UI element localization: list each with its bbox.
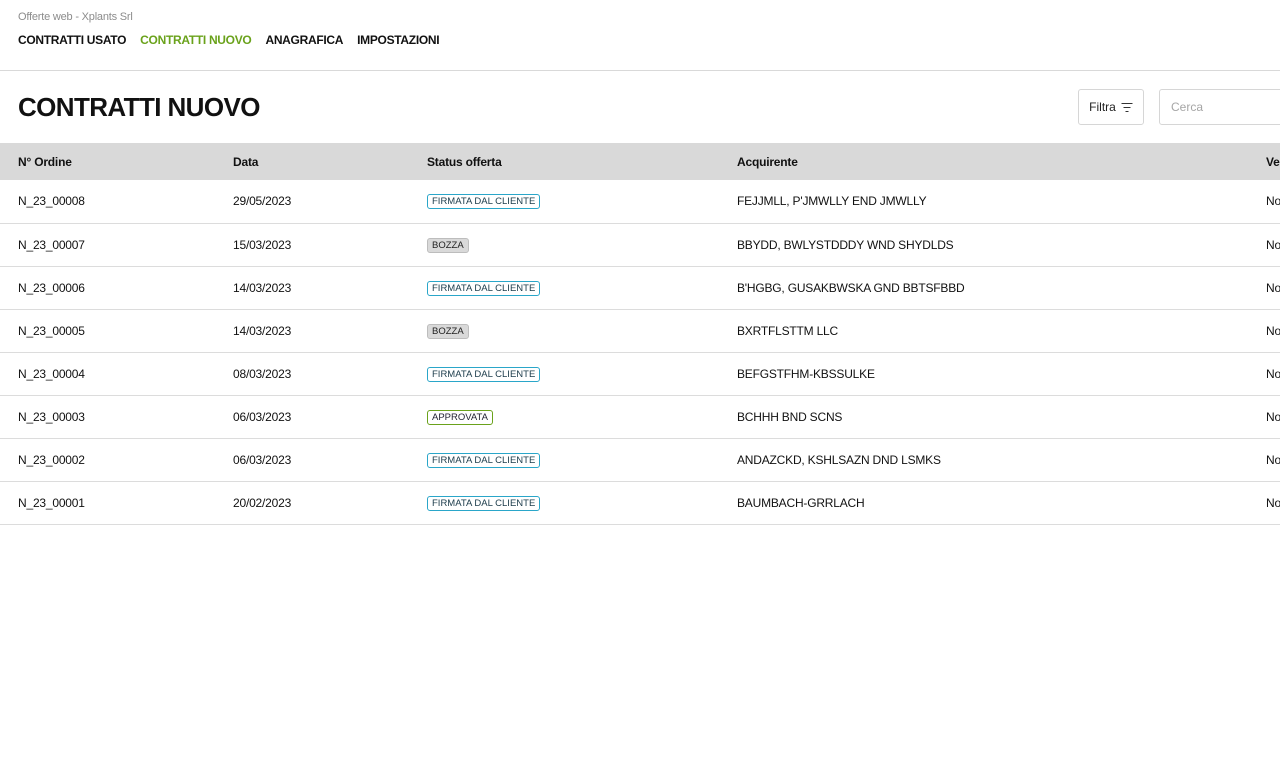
cell-data: 08/03/2023 bbox=[233, 366, 292, 381]
nav-contratti-usato[interactable]: CONTRATTI USATO bbox=[18, 33, 126, 47]
column-header-data[interactable]: Data bbox=[233, 143, 427, 180]
cell-data: 29/05/2023 bbox=[233, 194, 292, 209]
cell-status: FIRMATA DAL CLIENTE bbox=[427, 481, 737, 524]
cell-acquirente: ANDAZCKD, KSHLSAZN DND LSMKS bbox=[737, 452, 941, 467]
status-badge: FIRMATA DAL CLIENTE bbox=[427, 280, 541, 296]
status-badge: FIRMATA DAL CLIENTE bbox=[427, 452, 541, 468]
app-title: Offerte web - Xplants Srl bbox=[18, 11, 133, 23]
table-header-row: N° Ordine Data Status offerta Acquirente… bbox=[0, 143, 1280, 180]
cell-status: FIRMATA DAL CLIENTE bbox=[427, 266, 737, 309]
status-badge: FIRMATA DAL CLIENTE bbox=[427, 194, 541, 210]
cell-ve: No bbox=[1266, 495, 1280, 510]
table-row[interactable]: N_23_00001 20/02/2023 FIRMATA DAL CLIENTE B… bbox=[0, 481, 1280, 524]
cell-acquirente: FEJJMLL, P'JMWLLY END JMWLLY bbox=[737, 194, 927, 209]
cell-ordine: N_23_00001 bbox=[18, 495, 85, 510]
cell-ordine: N_23_00004 bbox=[18, 366, 85, 381]
column-header-ordine[interactable]: N° Ordine bbox=[0, 143, 233, 180]
cell-acquirente: BXRTFLSTTM LLC bbox=[737, 323, 838, 338]
cell-ve: No bbox=[1266, 237, 1280, 252]
status-badge: FIRMATA DAL CLIENTE bbox=[427, 366, 541, 382]
table-row[interactable]: N_23_00003 06/03/2023 APPROVATA BCHHH BND S… bbox=[0, 395, 1280, 438]
filter-button-label: Filtra bbox=[1089, 100, 1116, 114]
cell-ordine: N_23_00007 bbox=[18, 237, 85, 252]
cell-ve: No bbox=[1266, 452, 1280, 467]
status-badge: APPROVATA bbox=[427, 409, 493, 425]
cell-data: 06/03/2023 bbox=[233, 409, 292, 424]
filter-button[interactable]: Filtra bbox=[1078, 89, 1144, 125]
cell-ve: No bbox=[1266, 366, 1280, 381]
cell-ve: No bbox=[1266, 323, 1280, 338]
cell-data: 20/02/2023 bbox=[233, 495, 292, 510]
cell-acquirente: B'HGBG, GUSAKBWSKA GND BBTSFBBD bbox=[737, 280, 965, 295]
cell-ordine: N_23_00005 bbox=[18, 323, 85, 338]
status-badge: BOZZA bbox=[427, 323, 469, 339]
filter-icon bbox=[1121, 102, 1133, 112]
table-row[interactable]: N_23_00008 29/05/2023 FIRMATA DAL CLIENTE F… bbox=[0, 180, 1280, 223]
table-body: N_23_00008 29/05/2023 FIRMATA DAL CLIENTE F… bbox=[0, 180, 1280, 524]
status-badge: FIRMATA DAL CLIENTE bbox=[427, 495, 541, 511]
table-row[interactable]: N_23_00004 08/03/2023 FIRMATA DAL CLIENTE B… bbox=[0, 352, 1280, 395]
column-header-acquirente[interactable]: Acquirente bbox=[737, 143, 1266, 180]
cell-data: 15/03/2023 bbox=[233, 237, 292, 252]
cell-acquirente: BEFGSTFHM-KBSSULKE bbox=[737, 366, 875, 381]
cell-data: 06/03/2023 bbox=[233, 452, 292, 467]
table-row[interactable]: N_23_00007 15/03/2023 BOZZA BBYDD, BWLYSTDD… bbox=[0, 223, 1280, 266]
cell-acquirente: BAUMBACH-GRRLACH bbox=[737, 495, 865, 510]
table-row[interactable]: N_23_00002 06/03/2023 FIRMATA DAL CLIENTE A… bbox=[0, 438, 1280, 481]
cell-ve: No bbox=[1266, 409, 1280, 424]
cell-data: 14/03/2023 bbox=[233, 323, 292, 338]
cell-ordine: N_23_00003 bbox=[18, 409, 85, 424]
page-title: CONTRATTI NUOVO bbox=[18, 92, 260, 122]
cell-ordine: N_23_00002 bbox=[18, 452, 85, 467]
nav-anagrafica[interactable]: ANAGRAFICA bbox=[265, 33, 343, 47]
app-header: Offerte web - Xplants Srl CONTRATTI USAT… bbox=[0, 0, 1280, 71]
cell-acquirente: BCHHH BND SCNS bbox=[737, 409, 843, 424]
column-header-ve[interactable]: Ve bbox=[1266, 143, 1280, 180]
column-header-status[interactable]: Status offerta bbox=[427, 143, 737, 180]
cell-ordine: N_23_00008 bbox=[18, 194, 85, 209]
status-badge: BOZZA bbox=[427, 237, 469, 253]
cell-acquirente: BBYDD, BWLYSTDDDY WND SHYDLDS bbox=[737, 237, 954, 252]
cell-status: FIRMATA DAL CLIENTE bbox=[427, 438, 737, 481]
cell-status: BOZZA bbox=[427, 309, 737, 352]
cell-status: FIRMATA DAL CLIENTE bbox=[427, 352, 737, 395]
nav-contratti-nuovo[interactable]: CONTRATTI NUOVO bbox=[140, 33, 252, 47]
cell-ve: No bbox=[1266, 280, 1280, 295]
cell-status: FIRMATA DAL CLIENTE bbox=[427, 180, 737, 223]
cell-ordine: N_23_00006 bbox=[18, 280, 85, 295]
nav-impostazioni[interactable]: IMPOSTAZIONI bbox=[357, 33, 439, 47]
contracts-table: N° Ordine Data Status offerta Acquirente… bbox=[0, 143, 1280, 525]
cell-ve: No bbox=[1266, 194, 1280, 209]
main-nav: CONTRATTI USATO CONTRATTI NUOVO ANAGRAFI… bbox=[18, 33, 440, 47]
cell-data: 14/03/2023 bbox=[233, 280, 292, 295]
cell-status: APPROVATA bbox=[427, 395, 737, 438]
table-row[interactable]: N_23_00005 14/03/2023 BOZZA BXRTFLSTTM LLC N… bbox=[0, 309, 1280, 352]
cell-status: BOZZA bbox=[427, 223, 737, 266]
table-row[interactable]: N_23_00006 14/03/2023 FIRMATA DAL CLIENTE B… bbox=[0, 266, 1280, 309]
search-input[interactable] bbox=[1159, 89, 1280, 125]
